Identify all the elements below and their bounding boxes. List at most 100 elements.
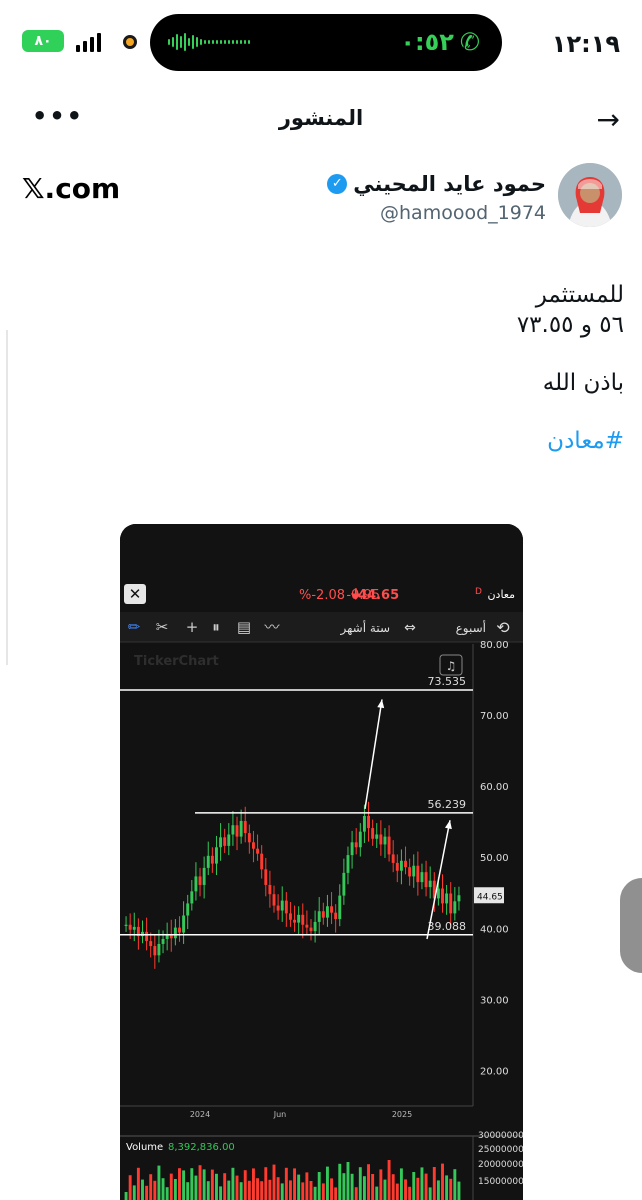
candle bbox=[149, 941, 153, 947]
volume-bar bbox=[280, 1183, 284, 1200]
last-price-label: 44.65 bbox=[477, 892, 503, 902]
candle bbox=[284, 900, 288, 914]
volume-bar bbox=[128, 1175, 132, 1200]
candle bbox=[412, 865, 416, 877]
candle bbox=[416, 865, 420, 883]
volume-bar bbox=[424, 1173, 428, 1200]
volume-bar bbox=[239, 1182, 243, 1200]
volume-bar bbox=[321, 1183, 325, 1200]
candle bbox=[362, 816, 366, 832]
volume-bar bbox=[457, 1181, 461, 1200]
candle bbox=[194, 876, 198, 892]
volume-bar bbox=[412, 1172, 416, 1200]
candle bbox=[346, 855, 350, 873]
candle bbox=[350, 842, 354, 856]
symbol-name: معادن bbox=[487, 588, 515, 601]
volume-bar bbox=[297, 1174, 301, 1200]
period-flag: D bbox=[475, 587, 482, 597]
candle bbox=[178, 927, 181, 933]
change-percent: %-2.08 bbox=[299, 588, 345, 603]
x-tick-label: 2025 bbox=[392, 1110, 412, 1119]
candle bbox=[395, 862, 399, 871]
volume-bar bbox=[124, 1192, 128, 1200]
candle bbox=[321, 911, 325, 918]
post-line: ٥٦ و ٧٣.٥٥ bbox=[516, 312, 624, 338]
volume-bar bbox=[260, 1181, 264, 1200]
signal-icon bbox=[76, 32, 101, 52]
volume-bar bbox=[272, 1164, 276, 1200]
candle bbox=[288, 913, 292, 920]
volume-bar bbox=[169, 1173, 173, 1200]
author-handle[interactable]: @hamoood_1974 bbox=[380, 202, 546, 224]
candle bbox=[256, 848, 260, 854]
volume-bar bbox=[367, 1164, 370, 1200]
volume-bar bbox=[161, 1178, 165, 1200]
candle bbox=[383, 836, 387, 845]
volume-bar bbox=[190, 1168, 194, 1200]
candle bbox=[325, 906, 329, 918]
candle bbox=[358, 831, 362, 848]
volume-bar bbox=[194, 1175, 198, 1200]
y-tick-label: 70.00 bbox=[480, 711, 509, 722]
call-indicator: ٠:٥٢ ✆ bbox=[400, 28, 480, 56]
candle bbox=[272, 894, 276, 906]
stock-chart: ✕ %-2.08 -0.95🠋44.65 معادنD✏ ✂ + ⏸ ▤ 〰 ستة أشهر ⇔ أ… bbox=[120, 524, 523, 1200]
candle bbox=[247, 833, 251, 843]
volume-bar bbox=[317, 1172, 321, 1200]
candle bbox=[190, 891, 194, 904]
candle-type-icon: ⏸ bbox=[212, 618, 220, 636]
post-line: باذن الله bbox=[542, 370, 624, 396]
volume-tick-label: 15000000 bbox=[478, 1177, 523, 1187]
avatar[interactable] bbox=[558, 163, 622, 227]
candle bbox=[441, 888, 444, 904]
volume-bar bbox=[375, 1186, 379, 1200]
volume-bar bbox=[165, 1187, 169, 1200]
candle bbox=[124, 924, 128, 926]
author-name[interactable]: حمود عايد المحيني ✓ bbox=[327, 172, 546, 196]
candle bbox=[157, 943, 161, 956]
candle bbox=[276, 905, 280, 911]
y-tick-label: 60.00 bbox=[480, 782, 509, 793]
candle bbox=[420, 872, 424, 883]
candle bbox=[239, 820, 243, 837]
volume-bar bbox=[132, 1185, 136, 1200]
volume-bar bbox=[247, 1180, 251, 1200]
y-tick-label: 20.00 bbox=[480, 1066, 509, 1077]
candle bbox=[268, 884, 272, 895]
candle bbox=[293, 919, 297, 923]
side-handle[interactable] bbox=[620, 878, 642, 973]
hashtag-link[interactable]: #معادن bbox=[24, 426, 624, 456]
candle bbox=[128, 924, 132, 930]
candle bbox=[132, 926, 136, 930]
x-logo: 𝕏.com bbox=[22, 172, 121, 205]
volume-bar bbox=[342, 1173, 346, 1200]
candle bbox=[301, 914, 305, 925]
back-arrow-icon[interactable]: → bbox=[597, 103, 620, 136]
volume-bar bbox=[391, 1174, 395, 1200]
volume-bar bbox=[276, 1177, 280, 1200]
level-label: 39.088 bbox=[428, 920, 467, 933]
volume-bar bbox=[215, 1173, 218, 1200]
candle bbox=[317, 911, 321, 922]
candle bbox=[367, 816, 370, 829]
volume-bar bbox=[268, 1179, 272, 1200]
volume-bar bbox=[227, 1180, 231, 1200]
volume-bar bbox=[141, 1179, 144, 1200]
volume-bar bbox=[325, 1166, 329, 1200]
volume-bar bbox=[264, 1167, 268, 1200]
candle bbox=[387, 836, 391, 855]
divider bbox=[6, 330, 8, 665]
candle bbox=[445, 893, 449, 904]
level-label: 56.239 bbox=[428, 798, 467, 811]
post-image[interactable]: ✕ %-2.08 -0.95 🠋 44.65 معادن D ✏ ✂ + ⏸ ▤ 〰 ستة أشهر ⇔ أ… bbox=[120, 524, 523, 1200]
candle bbox=[453, 901, 457, 914]
candle bbox=[215, 847, 218, 864]
candle bbox=[182, 915, 186, 933]
volume-tick-label: 30000000 bbox=[478, 1131, 523, 1141]
candle bbox=[449, 893, 453, 914]
volume-bar bbox=[210, 1169, 214, 1200]
candle bbox=[235, 825, 239, 837]
dynamic-island[interactable]: ٠:٥٢ ✆ bbox=[150, 14, 502, 71]
volume-bar bbox=[387, 1160, 391, 1200]
volume-bar bbox=[399, 1168, 403, 1200]
